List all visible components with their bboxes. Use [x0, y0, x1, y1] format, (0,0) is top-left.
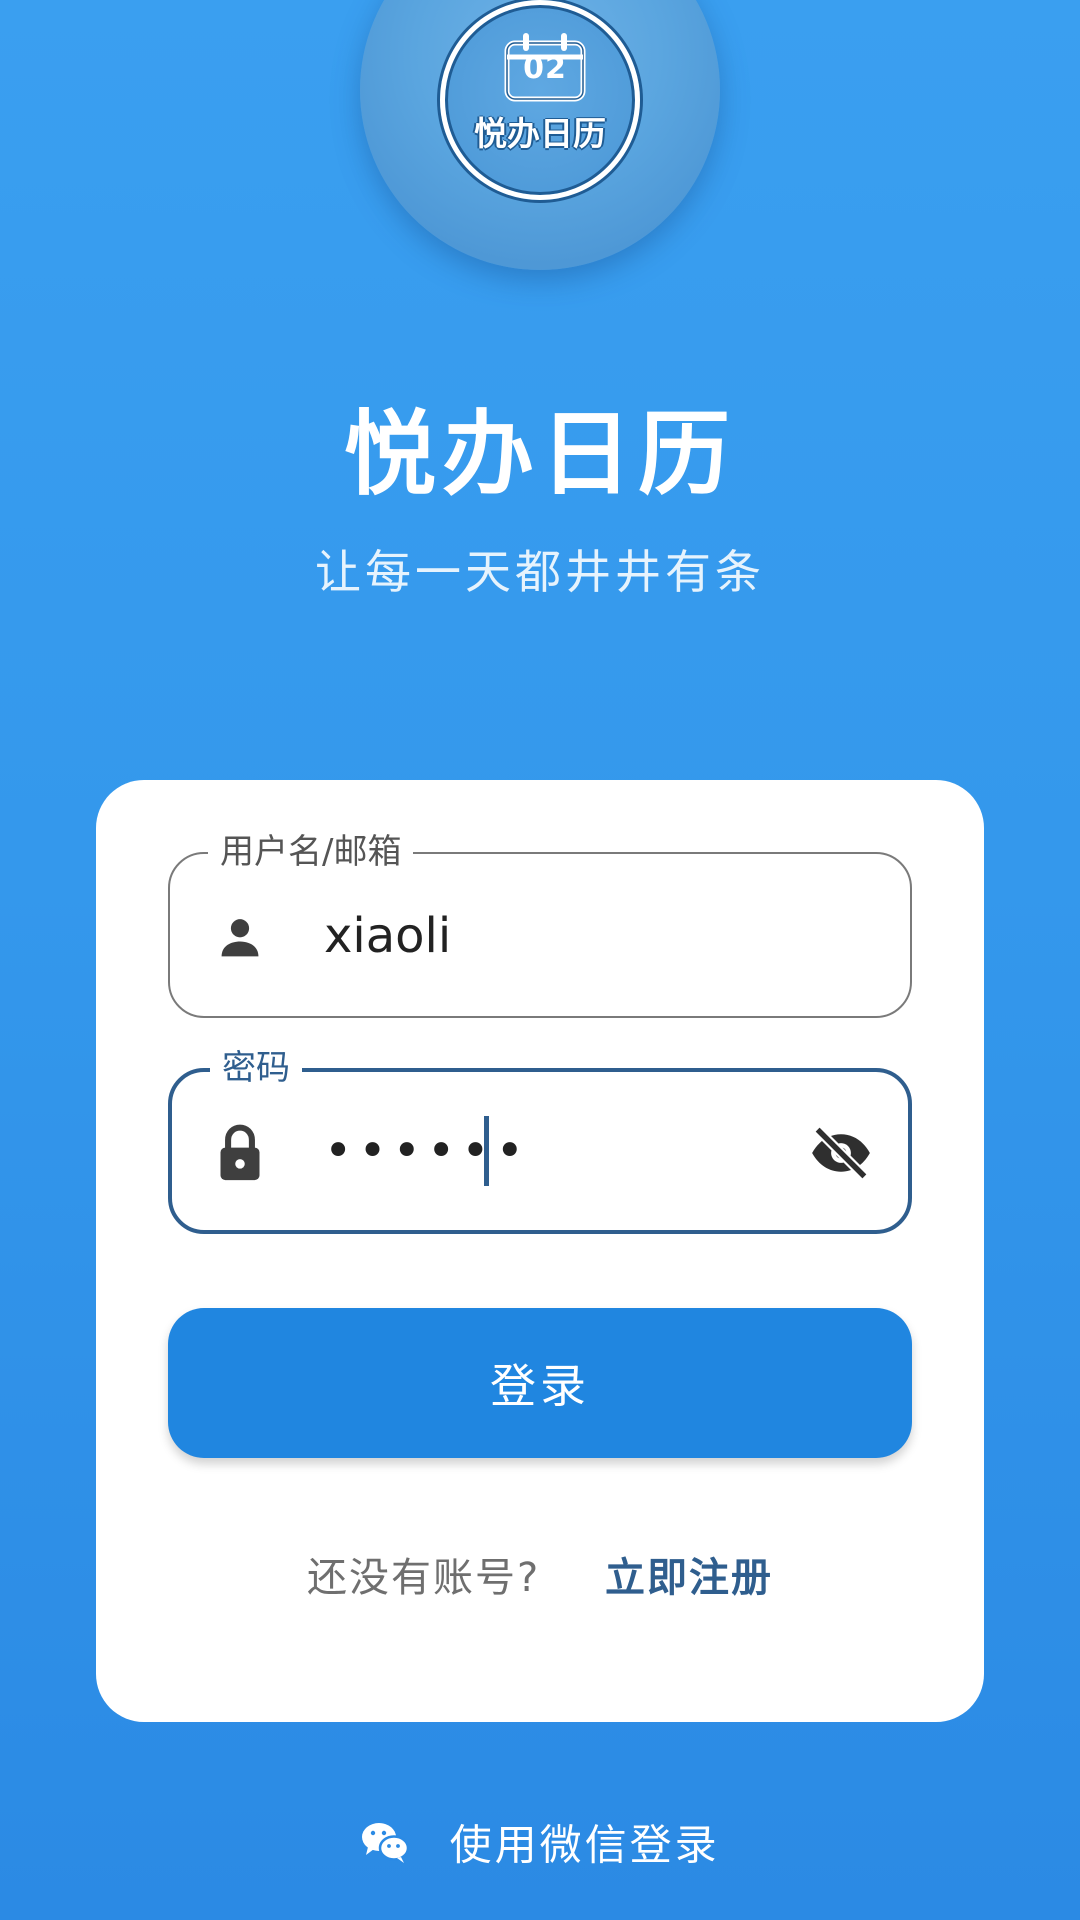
username-field[interactable]: 用户名/邮箱 xiaoli	[168, 830, 912, 1018]
login-card: 用户名/邮箱 xiaoli 密码 •••••• 登录 还没有账号? 立即注册	[96, 780, 984, 1722]
password-field[interactable]: 密码 ••••••	[168, 1046, 912, 1234]
wechat-login-button[interactable]: 使用微信登录	[0, 1808, 1080, 1881]
text-cursor	[484, 1116, 489, 1186]
app-logo: 02 悦办日历	[360, 0, 720, 270]
signup-row: 还没有账号? 立即注册	[96, 1548, 984, 1608]
eye-off-icon[interactable]	[806, 1120, 876, 1186]
wechat-login-label: 使用微信登录	[449, 1820, 720, 1870]
username-input[interactable]: xiaoli	[324, 906, 451, 966]
username-label: 用户名/邮箱	[208, 830, 414, 874]
login-button[interactable]: 登录	[168, 1308, 912, 1458]
app-title: 悦办日历	[343, 401, 736, 508]
wechat-icon	[362, 1822, 410, 1863]
signup-prompt: 还没有账号?	[307, 1555, 541, 1601]
logo-badge: 02 悦办日历	[440, 0, 640, 200]
lock-icon	[220, 1124, 260, 1181]
person-icon	[221, 919, 259, 957]
logo-date-number: 02	[523, 51, 567, 86]
app-subtitle: 让每一天都井井有条	[315, 545, 765, 599]
logo-text: 悦办日历	[474, 114, 606, 153]
signup-link[interactable]: 立即注册	[605, 1555, 773, 1601]
password-input[interactable]: ••••••	[324, 1116, 530, 1186]
password-label: 密码	[210, 1046, 302, 1090]
